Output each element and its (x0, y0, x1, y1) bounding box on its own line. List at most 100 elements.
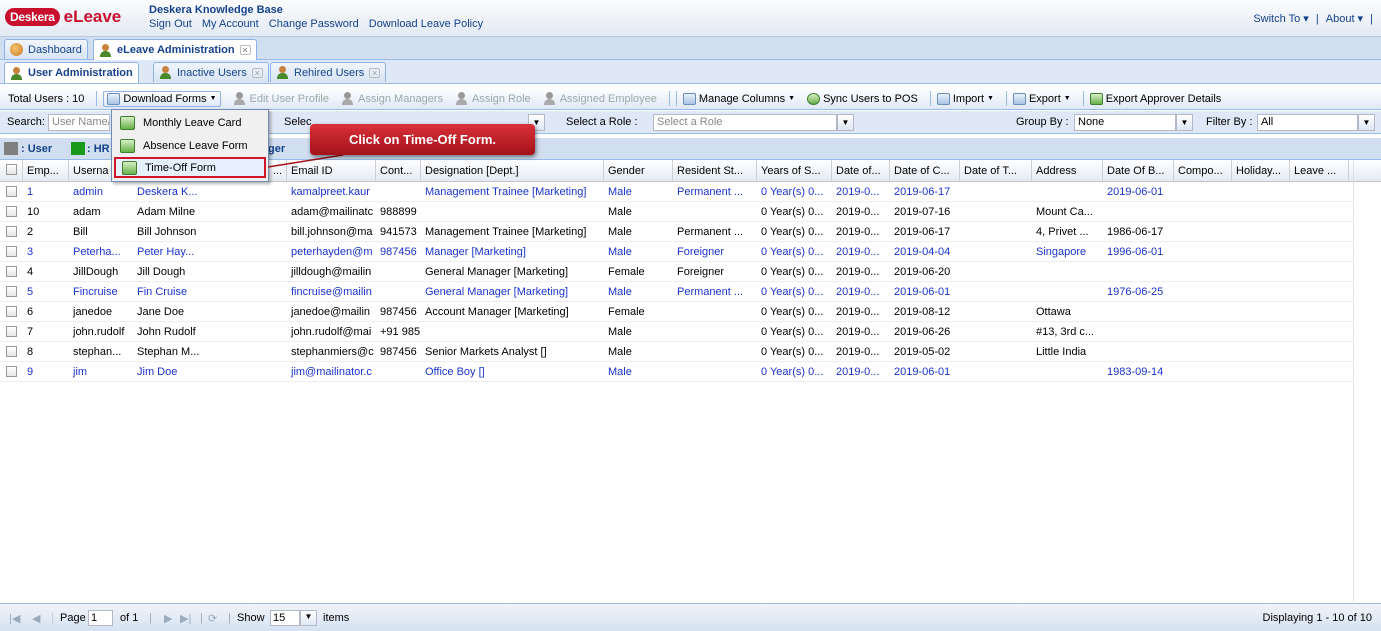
col-header[interactable]: Cont... (376, 160, 421, 181)
tab-eleave-administration[interactable]: eLeave Administration × (93, 39, 257, 60)
select-all-cell[interactable] (0, 160, 23, 181)
row-checkbox-cell[interactable] (0, 282, 23, 301)
tab-rehired-users[interactable]: Rehired Users × (270, 62, 387, 82)
row-checkbox-cell[interactable] (0, 202, 23, 221)
table-row[interactable]: 10 adam Adam Milne adam@mailinatc 988899 Male… (0, 202, 1353, 222)
edit-user-profile-button[interactable]: Edit User Profile (233, 92, 329, 105)
col-header[interactable]: Date of... (832, 160, 890, 181)
tab-user-administration[interactable]: User Administration (4, 62, 139, 83)
row-checkbox[interactable] (6, 186, 17, 197)
menu-item-monthly-leave-card[interactable]: Monthly Leave Card (114, 112, 266, 133)
col-header[interactable]: Designation [Dept.] (421, 160, 604, 181)
row-checkbox[interactable] (6, 206, 17, 217)
col-header[interactable]: Resident St... (673, 160, 757, 181)
tab-inactive-users[interactable]: Inactive Users × (153, 62, 269, 82)
refresh-icon[interactable]: ⟳ (208, 612, 217, 625)
table-row[interactable]: 6 janedoe Jane Doe janedoe@mailin 987456 Acco… (0, 302, 1353, 322)
table-cell: 1983-09-14 (1107, 366, 1164, 378)
last-page-icon[interactable]: ▶| (180, 612, 191, 625)
grid-scrollbar[interactable] (1353, 160, 1381, 602)
assign-role-button[interactable]: Assign Role (455, 92, 531, 105)
col-header[interactable]: Date of T... (960, 160, 1032, 181)
col-header[interactable]: Date of C... (890, 160, 960, 181)
row-checkbox[interactable] (6, 266, 17, 277)
my-account-link[interactable]: My Account (202, 18, 259, 30)
download-leave-policy-link[interactable]: Download Leave Policy (369, 18, 483, 30)
table-row[interactable]: 5 Fincruise Fin Cruise fincruise@mailin Gene… (0, 282, 1353, 302)
next-page-icon[interactable]: ▶ (164, 612, 172, 625)
col-header[interactable]: Holiday... (1232, 160, 1290, 181)
form-icon (120, 138, 135, 153)
close-tab-icon[interactable]: × (251, 67, 263, 78)
table-row[interactable]: 1 admin Deskera K... kamalpreet.kaur Managem… (0, 182, 1353, 202)
sign-out-link[interactable]: Sign Out (149, 18, 192, 30)
col-header[interactable]: Address (1032, 160, 1103, 181)
row-checkbox[interactable] (6, 246, 17, 257)
tab-dashboard[interactable]: Dashboard (4, 39, 88, 59)
table-cell (376, 282, 421, 301)
row-checkbox-cell[interactable] (0, 322, 23, 341)
switch-to-menu[interactable]: Switch To ▾ (1253, 13, 1308, 25)
table-row[interactable]: 3 Peterha... Peter Hay... peterhayden@m 9874… (0, 242, 1353, 262)
row-checkbox-cell[interactable] (0, 302, 23, 321)
table-row[interactable]: 4 JillDough Jill Dough jilldough@mailin Gene… (0, 262, 1353, 282)
page-size-dropdown-trigger[interactable]: ▼ (300, 610, 317, 626)
close-tab-icon[interactable]: × (239, 45, 251, 55)
assign-managers-button[interactable]: Assign Managers (341, 92, 443, 105)
menu-item-absence-leave-form[interactable]: Absence Leave Form (114, 135, 266, 156)
page-number-input[interactable]: 1 (88, 610, 113, 626)
user-icon (276, 66, 289, 79)
row-checkbox-cell[interactable] (0, 182, 23, 201)
table-row[interactable]: 7 john.rudolf John Rudolf john.rudolf@mai +9… (0, 322, 1353, 342)
row-checkbox[interactable] (6, 306, 17, 317)
table-row[interactable]: 2 Bill Bill Johnson bill.johnson@ma 941573 Ma… (0, 222, 1353, 242)
col-header[interactable]: Compo... (1174, 160, 1232, 181)
col-header[interactable]: Emp... (23, 160, 69, 181)
row-checkbox[interactable] (6, 346, 17, 357)
role-dropdown-trigger[interactable]: ▼ (837, 114, 854, 131)
forms-icon (107, 92, 121, 105)
first-page-icon[interactable]: |◀ (9, 612, 20, 625)
table-row[interactable]: 8 stephan... Stephan M... stephanmiers@c 987… (0, 342, 1353, 362)
table-row[interactable]: 9 jim Jim Doe jim@mailinator.c Office Boy []… (0, 362, 1353, 382)
menu-item-time-off-form[interactable]: Time-Off Form (114, 157, 266, 178)
export-approver-button[interactable]: Export Approver Details (1089, 92, 1221, 105)
filter-by-select[interactable]: All (1257, 114, 1358, 131)
select-all-checkbox[interactable] (6, 164, 17, 175)
row-checkbox[interactable] (6, 286, 17, 297)
col-header[interactable]: Years of S... (757, 160, 832, 181)
group-by-dropdown-trigger[interactable]: ▼ (1176, 114, 1193, 131)
close-tab-icon[interactable]: × (369, 67, 381, 78)
download-forms-button[interactable]: Download Forms ▼ (103, 90, 221, 107)
prev-page-icon[interactable]: ◀ (32, 612, 40, 625)
row-checkbox-cell[interactable] (0, 342, 23, 361)
table-cell (1232, 322, 1290, 341)
page-size-select[interactable]: 15 (270, 610, 300, 626)
row-checkbox[interactable] (6, 326, 17, 337)
table-cell: Female (608, 266, 645, 278)
row-checkbox-cell[interactable] (0, 222, 23, 241)
sync-users-button[interactable]: Sync Users to POS (807, 92, 918, 105)
search-input[interactable]: User Name/ (48, 114, 110, 131)
about-menu[interactable]: About ▾ (1326, 13, 1363, 25)
row-checkbox[interactable] (6, 366, 17, 377)
manage-columns-button[interactable]: Manage Columns ▼ (682, 92, 795, 105)
col-header[interactable]: Gender (604, 160, 673, 181)
row-checkbox[interactable] (6, 226, 17, 237)
row-checkbox-cell[interactable] (0, 262, 23, 281)
table-cell: 987456 (380, 346, 417, 358)
export-button[interactable]: Export ▼ (1012, 92, 1071, 105)
table-cell (1103, 342, 1174, 361)
group-by-select[interactable]: None (1074, 114, 1176, 131)
row-checkbox-cell[interactable] (0, 362, 23, 381)
change-password-link[interactable]: Change Password (269, 18, 359, 30)
assigned-employee-button[interactable]: Assigned Employee (543, 92, 657, 105)
import-button[interactable]: Import ▼ (936, 92, 994, 105)
table-cell: 0 Year(s) 0... (761, 186, 824, 198)
role-select[interactable]: Select a Role (653, 114, 837, 131)
col-header[interactable]: Leave ... (1290, 160, 1349, 181)
col-header[interactable]: Date Of B... (1103, 160, 1174, 181)
row-checkbox-cell[interactable] (0, 242, 23, 261)
filter-by-dropdown-trigger[interactable]: ▼ (1358, 114, 1375, 131)
table-cell: jim (73, 366, 88, 378)
